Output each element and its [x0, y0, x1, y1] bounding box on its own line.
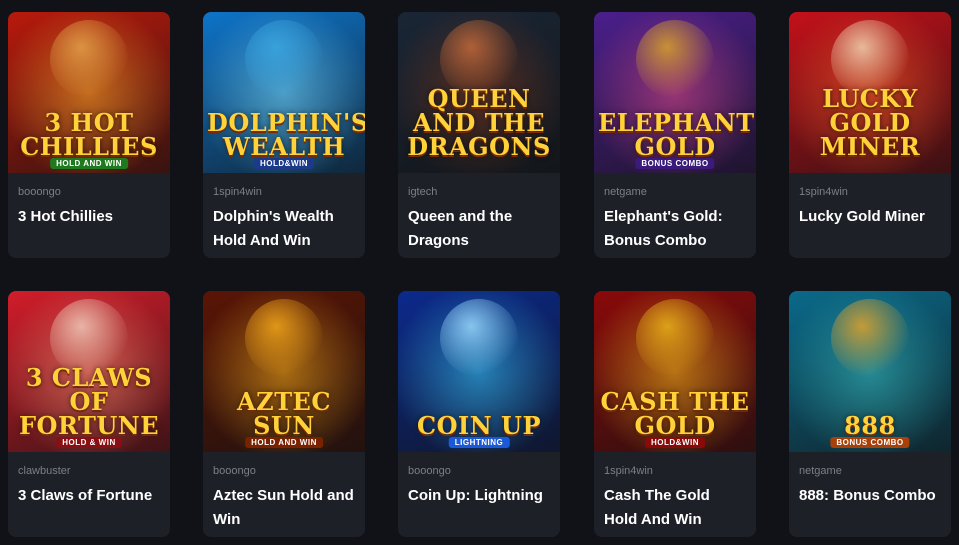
game-logo: QUEEN AND THE DRAGONS — [407, 84, 551, 161]
game-card[interactable]: COIN UP LIGHTNING booongo Coin Up: Lightn… — [398, 291, 560, 537]
game-thumbnail[interactable]: ELEPHANT'S GOLDBONUS COMBO — [594, 12, 756, 173]
game-provider: netgame — [799, 465, 842, 477]
game-thumbnail[interactable]: QUEEN AND THE DRAGONS — [398, 12, 560, 173]
game-title[interactable]: Cash The Gold Hold And Win — [604, 484, 746, 532]
game-card[interactable]: AZTEC SUN HOLD AND WIN booongo Aztec Sun … — [203, 291, 365, 537]
game-thumbnail[interactable]: LUCKY GOLD MINER — [789, 12, 951, 173]
game-logo: COIN UP — [416, 411, 541, 440]
game-thumbnail[interactable]: COIN UP LIGHTNING — [398, 291, 560, 452]
game-provider: booongo — [18, 186, 61, 198]
game-logo: CASH THE GOLD — [600, 387, 750, 440]
game-provider: booongo — [213, 465, 256, 477]
game-logo-subtitle: HOLD AND WIN — [245, 437, 323, 448]
game-grid: 3 HOT CHILLIES HOLD AND WIN booongo 3 Hot… — [0, 0, 959, 545]
game-title[interactable]: Dolphin's Wealth Hold And Win — [213, 205, 355, 253]
game-logo-subtitle: HOLD & WIN — [56, 437, 122, 448]
game-thumbnail[interactable]: AZTEC SUN HOLD AND WIN — [203, 291, 365, 452]
game-card[interactable]: ELEPHANT'S GOLDBONUS COMBO netgame Eleph… — [594, 12, 756, 258]
game-provider: igtech — [408, 186, 438, 198]
game-logo-subtitle: BONUS COMBO — [830, 437, 910, 448]
game-thumbnail[interactable]: 3 HOT CHILLIES HOLD AND WIN — [8, 12, 170, 173]
game-card[interactable]: LUCKY GOLD MINER 1spin4win Lucky Gold Mi… — [789, 12, 951, 258]
game-card[interactable]: 888 BONUS COMBO netgame 888: Bonus Combo — [789, 291, 951, 537]
game-provider: 1spin4win — [799, 186, 848, 198]
game-provider: clawbuster — [18, 465, 71, 477]
game-title[interactable]: 3 Claws of Fortune — [18, 484, 160, 508]
game-thumbnail[interactable]: CASH THE GOLD HOLD&WIN — [594, 291, 756, 452]
game-logo: 3 CLAWS OF FORTUNE — [19, 363, 159, 440]
game-card[interactable]: DOLPHIN'S WEALTH HOLD&WIN 1spin4win Dolph… — [203, 12, 365, 258]
game-provider: netgame — [604, 186, 647, 198]
game-logo-subtitle: BONUS COMBO — [635, 158, 715, 169]
game-title[interactable]: Aztec Sun Hold and Win — [213, 484, 355, 532]
game-provider: booongo — [408, 465, 451, 477]
game-logo: AZTEC SUN — [237, 387, 331, 440]
game-logo-subtitle: HOLD AND WIN — [50, 158, 128, 169]
game-thumbnail[interactable]: 3 CLAWS OF FORTUNE HOLD & WIN — [8, 291, 170, 452]
game-thumbnail[interactable]: DOLPHIN'S WEALTH HOLD&WIN — [203, 12, 365, 173]
game-card[interactable]: 3 CLAWS OF FORTUNE HOLD & WIN clawbuster … — [8, 291, 170, 537]
game-provider: 1spin4win — [213, 186, 262, 198]
game-title[interactable]: 888: Bonus Combo — [799, 484, 941, 508]
game-logo-subtitle: LIGHTNING — [448, 437, 510, 448]
game-card[interactable]: QUEEN AND THE DRAGONS igtech Queen and t… — [398, 12, 560, 258]
game-logo: 888 — [844, 411, 896, 440]
game-logo-subtitle: HOLD&WIN — [254, 158, 314, 169]
game-title[interactable]: 3 Hot Chillies — [18, 205, 160, 229]
game-logo: LUCKY GOLD MINER — [819, 84, 921, 161]
game-card[interactable]: CASH THE GOLD HOLD&WIN 1spin4win Cash The… — [594, 291, 756, 537]
game-logo: 3 HOT CHILLIES — [20, 108, 158, 161]
game-card[interactable]: 3 HOT CHILLIES HOLD AND WIN booongo 3 Hot… — [8, 12, 170, 258]
game-thumbnail[interactable]: 888 BONUS COMBO — [789, 291, 951, 452]
game-logo: DOLPHIN'S WEALTH — [207, 108, 365, 161]
game-title[interactable]: Coin Up: Lightning — [408, 484, 550, 508]
game-title[interactable]: Queen and the Dragons — [408, 205, 550, 253]
game-provider: 1spin4win — [604, 465, 653, 477]
game-logo-subtitle: HOLD&WIN — [645, 437, 705, 448]
game-title[interactable]: Lucky Gold Miner — [799, 205, 941, 229]
game-title[interactable]: Elephant's Gold: Bonus Combo — [604, 205, 746, 253]
game-logo: ELEPHANT'S GOLD — [598, 108, 756, 161]
